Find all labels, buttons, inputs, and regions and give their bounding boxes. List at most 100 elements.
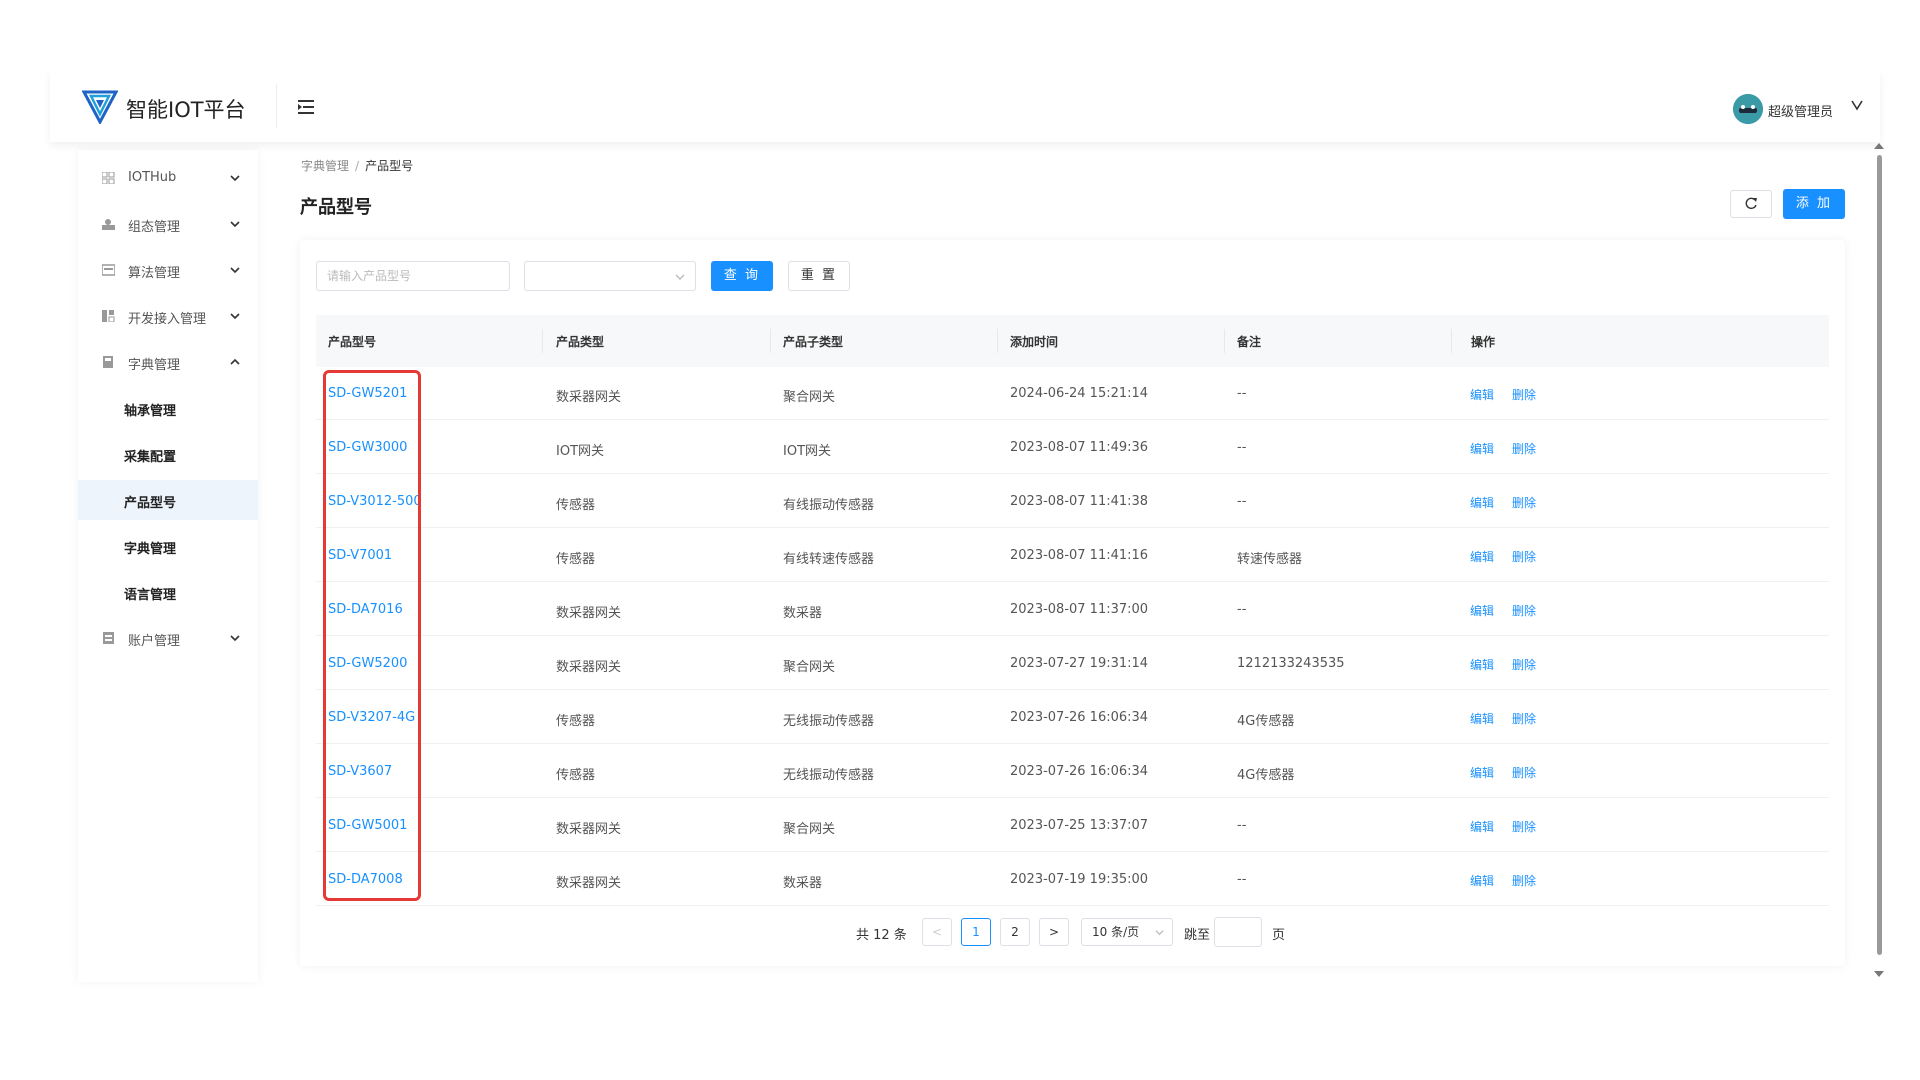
- sidebar-item-label: IOTHub: [128, 170, 177, 185]
- sidebar-item-config[interactable]: 组态管理: [78, 204, 258, 244]
- cell-subtype: 聚合网关: [783, 822, 836, 837]
- cell-type: 数采器网关: [556, 390, 622, 405]
- cell-model[interactable]: SD-V3012-500: [328, 494, 422, 509]
- cell-model[interactable]: SD-GW5001: [328, 818, 407, 833]
- cell-time: 2023-07-25 13:37:07: [1010, 818, 1149, 833]
- dictionary-icon: [103, 356, 113, 368]
- reset-button[interactable]: 重 置: [788, 261, 850, 291]
- column-divider: [542, 329, 543, 353]
- cell-model[interactable]: SD-DA7008: [328, 872, 403, 887]
- sidebar-item-dev-access[interactable]: 开发接入管理: [78, 296, 258, 336]
- menu-fold-icon[interactable]: [296, 98, 316, 116]
- cell-subtype: 无线振动传感器: [783, 714, 875, 729]
- column-divider: [997, 329, 998, 353]
- cell-model[interactable]: SD-DA7016: [328, 602, 403, 617]
- cell-model[interactable]: SD-GW5201: [328, 386, 407, 401]
- chevron-down-icon[interactable]: [1850, 98, 1864, 112]
- column-header-time: 添加时间: [1010, 335, 1059, 349]
- cell-type: 传感器: [556, 498, 596, 513]
- delete-link[interactable]: 删除: [1512, 548, 1536, 565]
- column-header-subtype: 产品子类型: [783, 335, 844, 349]
- sidebar-subitem-product-model[interactable]: 产品型号: [78, 480, 258, 520]
- sidebar-subitem-bearing[interactable]: 轴承管理: [78, 388, 258, 428]
- sidebar-item-label: 开发接入管理: [128, 312, 207, 327]
- page-size-value: 10 条/页: [1092, 925, 1140, 939]
- cell-type: 数采器网关: [556, 660, 622, 675]
- delete-link[interactable]: 删除: [1512, 440, 1536, 457]
- content-card: 查 询 重 置 产品型号 产品类型 产品子类型 添加时间 备注 操作 SD-GW…: [300, 240, 1845, 966]
- product-type-select[interactable]: [524, 261, 696, 291]
- edit-link[interactable]: 编辑: [1470, 818, 1494, 835]
- account-icon: [103, 632, 114, 644]
- chevron-down-icon: [230, 221, 240, 228]
- delete-link[interactable]: 删除: [1512, 764, 1536, 781]
- edit-link[interactable]: 编辑: [1470, 494, 1494, 511]
- scroll-up-arrow[interactable]: [1874, 143, 1884, 149]
- cell-model[interactable]: SD-GW5200: [328, 656, 407, 671]
- edit-link[interactable]: 编辑: [1470, 764, 1494, 781]
- sidebar-subitem-label: 轴承管理: [124, 404, 177, 419]
- edit-link[interactable]: 编辑: [1470, 602, 1494, 619]
- column-divider: [1451, 329, 1452, 353]
- query-button[interactable]: 查 询: [711, 261, 773, 291]
- add-button[interactable]: 添 加: [1783, 189, 1845, 219]
- page-button-2[interactable]: 2: [1000, 918, 1030, 946]
- refresh-button[interactable]: [1730, 190, 1772, 218]
- delete-link[interactable]: 删除: [1512, 602, 1536, 619]
- sidebar-item-algorithm[interactable]: 算法管理: [78, 250, 258, 290]
- cell-note: --: [1237, 602, 1247, 617]
- cell-model[interactable]: SD-GW3000: [328, 440, 407, 455]
- cell-subtype: 聚合网关: [783, 390, 836, 405]
- sidebar-subitem-label: 采集配置: [124, 450, 177, 465]
- breadcrumb: 字典管理 / 产品型号: [301, 157, 413, 174]
- sidebar-item-label: 账户管理: [128, 634, 181, 649]
- refresh-icon: [1745, 197, 1757, 210]
- delete-link[interactable]: 删除: [1512, 656, 1536, 673]
- sidebar-subitem-language[interactable]: 语言管理: [78, 572, 258, 612]
- delete-link[interactable]: 删除: [1512, 494, 1536, 511]
- sidebar-item-dictionary[interactable]: 字典管理: [78, 342, 258, 382]
- delete-link[interactable]: 删除: [1512, 872, 1536, 889]
- cell-subtype: 有线振动传感器: [783, 498, 875, 513]
- edit-link[interactable]: 编辑: [1470, 548, 1494, 565]
- table-row: SD-V3607 传感器 无线振动传感器 2023-07-26 16:06:34 4G传…: [316, 745, 1829, 798]
- avatar-icon[interactable]: [1733, 94, 1763, 124]
- column-header-model: 产品型号: [328, 335, 377, 349]
- cell-model[interactable]: SD-V3607: [328, 764, 392, 779]
- cell-model[interactable]: SD-V7001: [328, 548, 392, 563]
- app-title: 智能IOT平台: [126, 98, 246, 122]
- cell-model[interactable]: SD-V3207-4G: [328, 710, 415, 725]
- config-icon: [102, 219, 115, 230]
- sidebar-item-account[interactable]: 账户管理: [78, 618, 258, 658]
- vertical-scrollbar[interactable]: [1877, 155, 1882, 955]
- sidebar-item-iothub[interactable]: IOTHub: [78, 158, 258, 198]
- delete-link[interactable]: 删除: [1512, 818, 1536, 835]
- page-button-1[interactable]: 1: [961, 918, 991, 946]
- chevron-down-icon: [230, 635, 240, 642]
- edit-link[interactable]: 编辑: [1470, 656, 1494, 673]
- edit-link[interactable]: 编辑: [1470, 440, 1494, 457]
- user-name[interactable]: 超级管理员: [1768, 101, 1833, 120]
- cell-note: --: [1237, 440, 1247, 455]
- table-row: SD-GW5001 数采器网关 聚合网关 2023-07-25 13:37:07 -- 编…: [316, 799, 1829, 852]
- delete-link[interactable]: 删除: [1512, 386, 1536, 403]
- cell-note: 1212133243535: [1237, 656, 1345, 671]
- edit-link[interactable]: 编辑: [1470, 710, 1494, 727]
- scroll-down-arrow[interactable]: [1874, 971, 1884, 977]
- edit-link[interactable]: 编辑: [1470, 872, 1494, 889]
- model-search-input[interactable]: [316, 261, 510, 291]
- cell-time: 2023-08-07 11:37:00: [1010, 602, 1149, 617]
- edit-link[interactable]: 编辑: [1470, 386, 1494, 403]
- column-divider: [1224, 329, 1225, 353]
- sidebar-subitem-dictionary[interactable]: 字典管理: [78, 526, 258, 566]
- cell-note: --: [1237, 818, 1247, 833]
- breadcrumb-parent[interactable]: 字典管理: [301, 159, 349, 173]
- chevron-down-icon: [230, 175, 240, 182]
- next-page-button[interactable]: >: [1039, 918, 1069, 946]
- delete-link[interactable]: 删除: [1512, 710, 1536, 727]
- prev-page-button[interactable]: <: [922, 918, 952, 946]
- jump-page-input[interactable]: [1214, 917, 1262, 947]
- sidebar-item-label: 算法管理: [128, 266, 181, 281]
- sidebar-subitem-collection[interactable]: 采集配置: [78, 434, 258, 474]
- page-size-select[interactable]: 10 条/页: [1081, 918, 1173, 946]
